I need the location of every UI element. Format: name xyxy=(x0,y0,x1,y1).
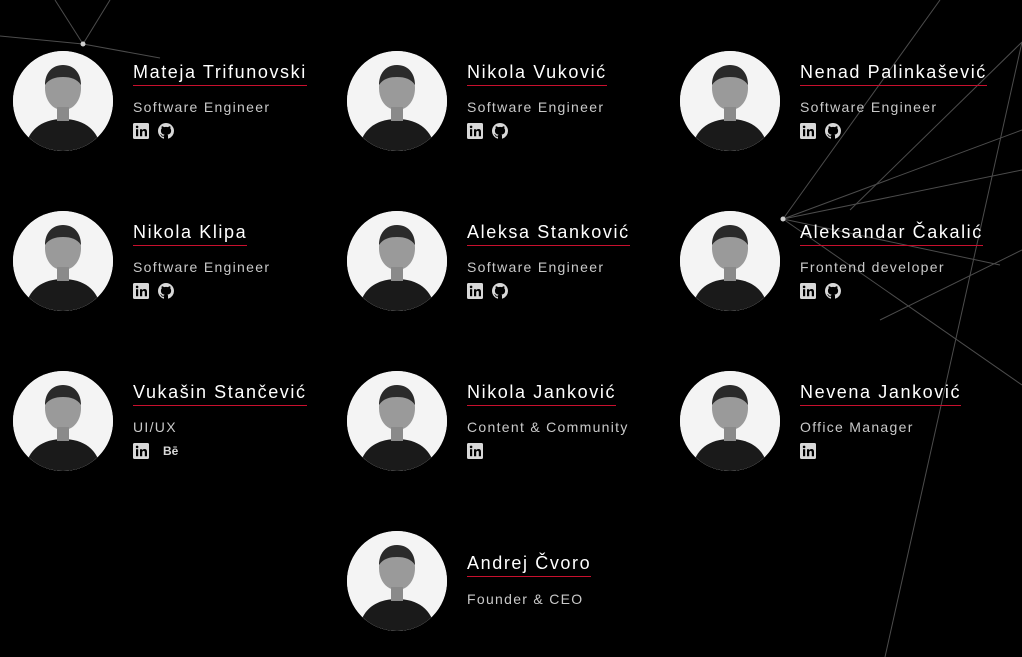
linkedin-icon[interactable] xyxy=(467,283,483,299)
team-member-card: Nikola Vuković Software Engineer xyxy=(347,51,667,151)
linkedin-icon[interactable] xyxy=(133,123,149,139)
behance-icon[interactable]: Bē xyxy=(158,443,178,459)
github-icon[interactable] xyxy=(492,123,508,139)
member-name: Vukašin Stančević xyxy=(133,382,307,406)
linkedin-icon[interactable] xyxy=(133,443,149,459)
member-name: Nikola Janković xyxy=(467,382,617,406)
github-icon[interactable] xyxy=(825,123,841,139)
avatar xyxy=(13,371,113,471)
member-role: Software Engineer xyxy=(467,259,605,275)
team-member-card: Vukašin Stančević UI/UX Bē xyxy=(13,371,333,471)
member-name: Aleksandar Čakalić xyxy=(800,222,983,246)
member-role: Software Engineer xyxy=(800,99,938,115)
member-name: Andrej Čvoro xyxy=(467,553,592,577)
linkedin-icon[interactable] xyxy=(800,283,816,299)
member-name: Nenad Palinkašević xyxy=(800,62,987,86)
github-icon[interactable] xyxy=(825,283,841,299)
team-member-card: Nikola Janković Content & Community xyxy=(347,371,667,471)
team-member-card: Aleksa Stanković Software Engineer xyxy=(347,211,667,311)
member-role: Office Manager xyxy=(800,419,914,435)
member-name: Mateja Trifunovski xyxy=(133,62,307,86)
team-member-card: Nevena Janković Office Manager xyxy=(680,371,1000,471)
avatar xyxy=(347,51,447,151)
member-role: Frontend developer xyxy=(800,259,945,275)
member-role: Software Engineer xyxy=(467,99,605,115)
avatar xyxy=(347,531,447,631)
member-role: Software Engineer xyxy=(133,99,271,115)
member-name: Nikola Klipa xyxy=(133,222,248,246)
team-member-card: Nikola Klipa Software Engineer xyxy=(13,211,333,311)
github-icon[interactable] xyxy=(158,283,174,299)
avatar xyxy=(680,211,780,311)
avatar xyxy=(347,371,447,471)
linkedin-icon[interactable] xyxy=(133,283,149,299)
member-role: Founder & CEO xyxy=(467,591,584,607)
avatar xyxy=(680,371,780,471)
team-member-card: Nenad Palinkašević Software Engineer xyxy=(680,51,1000,151)
team-member-card: Andrej Čvoro Founder & CEO xyxy=(347,531,667,631)
member-role: UI/UX xyxy=(133,419,177,435)
linkedin-icon[interactable] xyxy=(800,123,816,139)
avatar xyxy=(13,51,113,151)
github-icon[interactable] xyxy=(492,283,508,299)
team-member-card: Aleksandar Čakalić Frontend developer xyxy=(680,211,1000,311)
linkedin-icon[interactable] xyxy=(467,443,483,459)
member-name: Nikola Vuković xyxy=(467,62,607,86)
member-name: Nevena Janković xyxy=(800,382,962,406)
member-name: Aleksa Stanković xyxy=(467,222,630,246)
team-member-card: Mateja Trifunovski Software Engineer xyxy=(13,51,333,151)
member-role: Software Engineer xyxy=(133,259,271,275)
avatar xyxy=(347,211,447,311)
member-role: Content & Community xyxy=(467,419,629,435)
linkedin-icon[interactable] xyxy=(467,123,483,139)
avatar xyxy=(13,211,113,311)
linkedin-icon[interactable] xyxy=(800,443,816,459)
github-icon[interactable] xyxy=(158,123,174,139)
avatar xyxy=(680,51,780,151)
